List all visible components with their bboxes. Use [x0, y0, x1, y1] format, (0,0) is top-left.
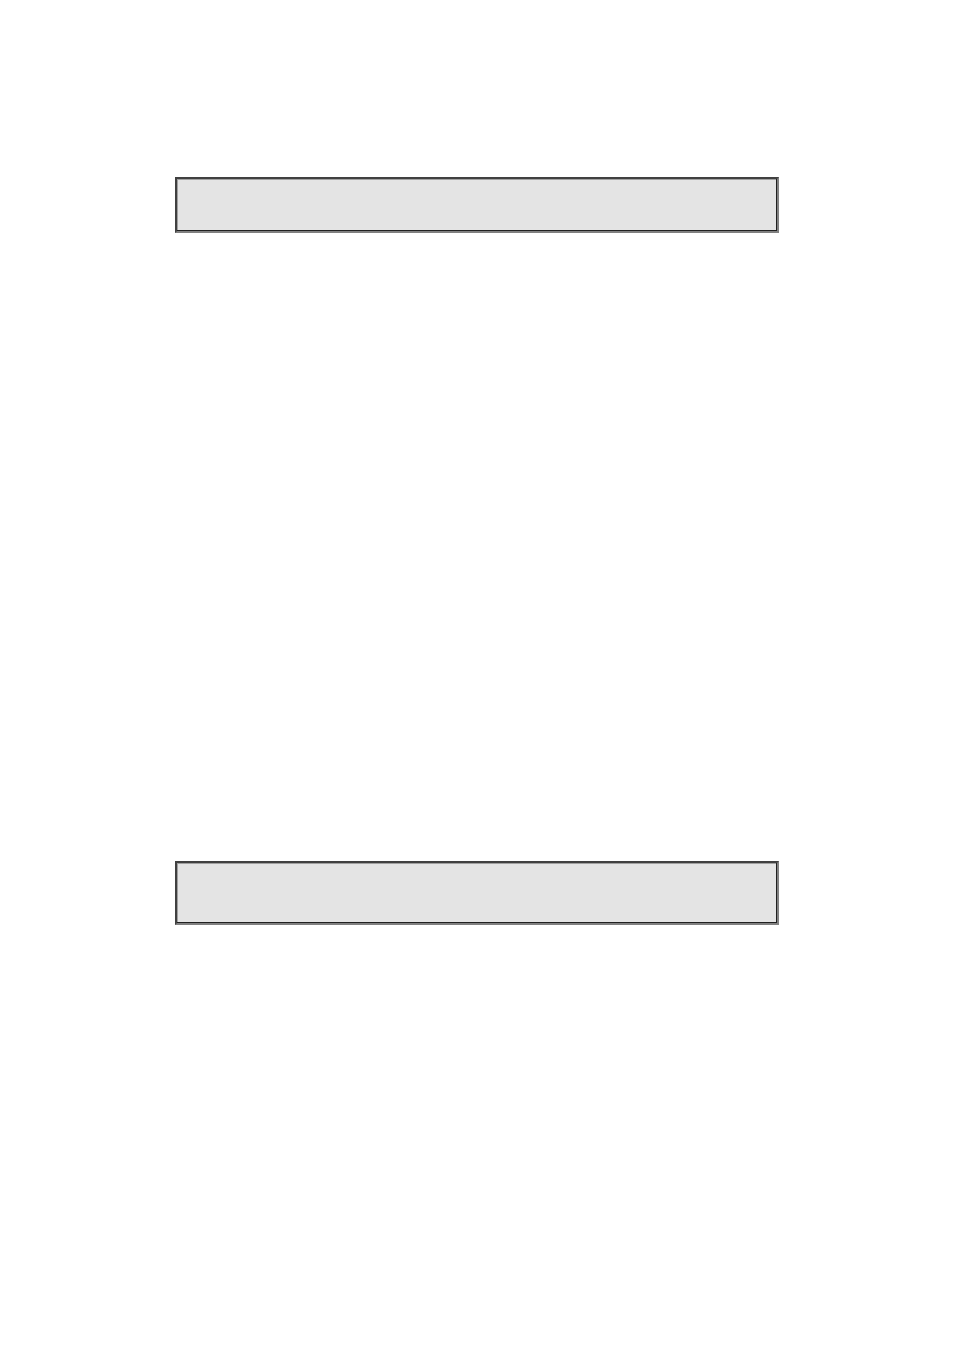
inset-panel-top: [175, 177, 779, 233]
document-page: [0, 0, 954, 1350]
inset-panel-bottom: [175, 861, 779, 925]
